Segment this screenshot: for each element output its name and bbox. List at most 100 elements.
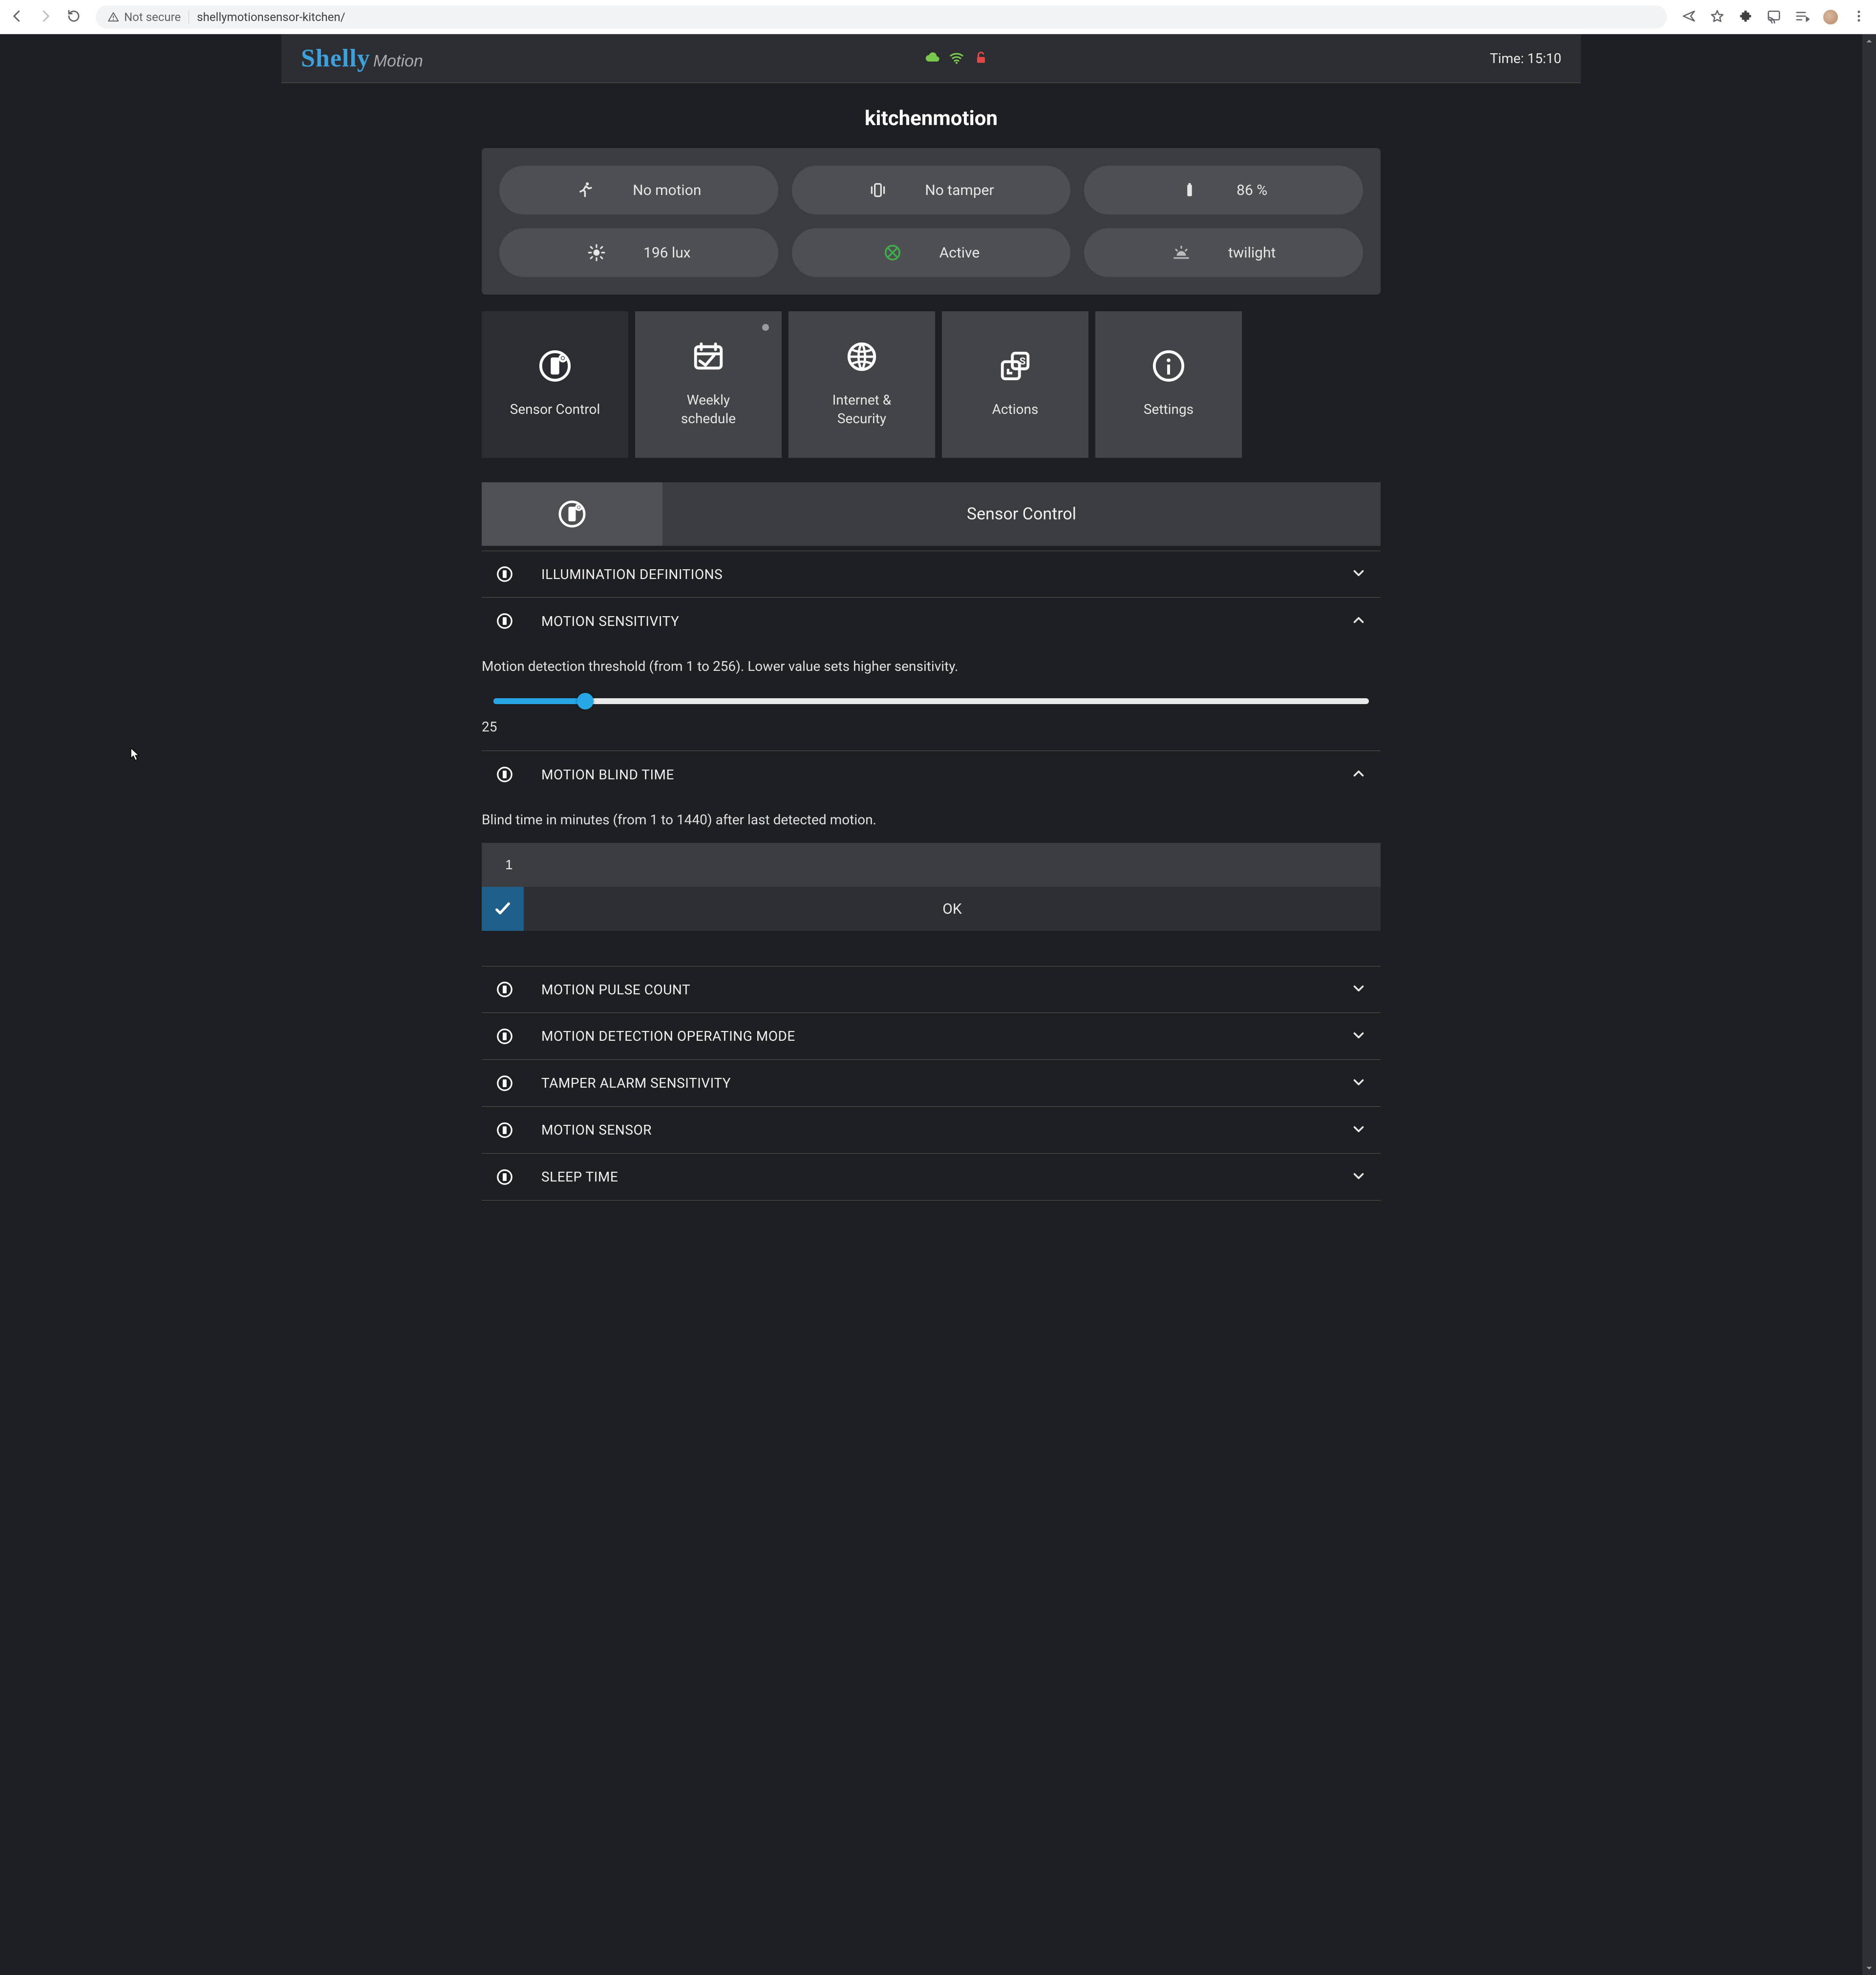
chevron-down-icon [1350, 1074, 1367, 1093]
actions-icon: S [998, 350, 1032, 382]
acc-label: MOTION SENSOR [541, 1122, 1323, 1138]
acc-motion-pulse-count[interactable]: MOTION PULSE COUNT [482, 966, 1381, 1013]
status-lux[interactable]: 196 lux [499, 228, 778, 277]
acc-label: SLEEP TIME [541, 1169, 1323, 1185]
sensor-icon [495, 612, 514, 630]
status-tamper[interactable]: No tamper [792, 166, 1071, 215]
running-icon [576, 181, 596, 199]
scroll-up-button[interactable] [1862, 34, 1876, 48]
status-twilight-label: twilight [1228, 244, 1276, 261]
forward-button[interactable] [38, 9, 53, 25]
tile-label: Weekly schedule [681, 391, 736, 428]
battery-icon [1180, 181, 1199, 199]
sensitivity-value: 25 [482, 719, 1381, 735]
chevron-down-icon [1350, 1027, 1367, 1046]
section-icon [482, 482, 662, 546]
chevron-up-icon [1350, 765, 1367, 784]
acc-motion-blind-time[interactable]: MOTION BLIND TIME [482, 751, 1381, 798]
twilight-icon [1172, 243, 1191, 262]
slider-track[interactable] [493, 698, 1369, 704]
reload-button[interactable] [66, 9, 81, 25]
app-header: Shelly Motion Time: 15:10 [281, 34, 1581, 83]
ok-button[interactable]: OK [482, 887, 1381, 931]
security-label: Not secure [124, 10, 181, 24]
status-tamper-label: No tamper [925, 182, 994, 199]
sensor-icon [495, 765, 514, 784]
status-lux-label: 196 lux [643, 244, 691, 261]
header-time: Time: 15:10 [1490, 50, 1561, 66]
send-icon[interactable] [1682, 9, 1696, 25]
cloud-icon [924, 50, 940, 67]
active-icon [883, 243, 902, 262]
tile-label: Actions [992, 400, 1039, 419]
sensor-icon [495, 565, 514, 583]
device-title: kitchenmotion [482, 83, 1381, 148]
nav-tiles: Sensor Control Weekly schedule Internet … [482, 311, 1381, 458]
blind-desc: Blind time in minutes (from 1 to 1440) a… [482, 810, 1381, 830]
acc-label: TAMPER ALARM SENSITIVITY [541, 1075, 1323, 1091]
status-motion[interactable]: No motion [499, 166, 778, 215]
calendar-icon [691, 341, 725, 372]
sensor-icon [495, 1074, 514, 1093]
sensitivity-slider[interactable] [482, 698, 1381, 704]
status-battery-label: 86 % [1236, 182, 1267, 199]
slider-fill [493, 698, 585, 704]
sensor-icon [495, 1168, 514, 1186]
tile-weekly-schedule[interactable]: Weekly schedule [635, 311, 782, 458]
tile-internet-security[interactable]: Internet & Security [789, 311, 935, 458]
acc-sleep-time[interactable]: SLEEP TIME [482, 1154, 1381, 1201]
tile-label: Settings [1144, 400, 1194, 419]
slider-thumb[interactable] [577, 693, 594, 709]
brightness-icon [587, 243, 606, 262]
chevron-up-icon [1350, 612, 1367, 630]
ok-label: OK [524, 887, 1381, 931]
vibration-icon [868, 181, 888, 199]
chevron-down-icon [1350, 980, 1367, 999]
chevron-down-icon [1350, 1121, 1367, 1139]
status-active-label: Active [939, 244, 980, 261]
back-button[interactable] [10, 9, 24, 25]
acc-motion-sensor[interactable]: MOTION SENSOR [482, 1107, 1381, 1154]
acc-motion-sensitivity[interactable]: MOTION SENSITIVITY [482, 598, 1381, 644]
acc-motion-operating-mode[interactable]: MOTION DETECTION OPERATING MODE [482, 1013, 1381, 1060]
logo-secondary: Motion [373, 52, 423, 71]
status-twilight[interactable]: twilight [1084, 228, 1363, 277]
acc-blind-time-body: Blind time in minutes (from 1 to 1440) a… [482, 798, 1381, 931]
acc-label: MOTION BLIND TIME [541, 767, 1323, 783]
tile-sensor-control[interactable]: Sensor Control [482, 311, 628, 458]
tile-label: Internet & Security [832, 391, 891, 428]
sensor-icon [495, 1027, 514, 1046]
acc-tamper-sensitivity[interactable]: TAMPER ALARM SENSITIVITY [482, 1060, 1381, 1107]
status-panel: No motion No tamper 86 % 196 lux Active [482, 148, 1381, 295]
sensor-control-icon [538, 350, 572, 382]
scrollbar[interactable] [1862, 34, 1876, 1975]
tile-label: Sensor Control [510, 400, 600, 419]
sensitivity-desc: Motion detection threshold (from 1 to 25… [482, 656, 1381, 677]
browser-chrome: Not secure shellymotionsensor-kitchen/ [0, 0, 1876, 34]
tile-actions[interactable]: S Actions [942, 311, 1088, 458]
star-icon[interactable] [1710, 9, 1725, 25]
acc-illumination-definitions[interactable]: ILLUMINATION DEFINITIONS [482, 551, 1381, 598]
chevron-down-icon [1350, 565, 1367, 583]
playlist-icon[interactable] [1795, 9, 1810, 25]
acc-label: MOTION DETECTION OPERATING MODE [541, 1028, 1323, 1044]
status-battery[interactable]: 86 % [1084, 166, 1363, 215]
info-icon [1151, 350, 1186, 382]
acc-label: ILLUMINATION DEFINITIONS [541, 566, 1323, 582]
tile-settings[interactable]: Settings [1095, 311, 1242, 458]
menu-icon[interactable] [1852, 9, 1866, 25]
logo-primary: Shelly [301, 44, 370, 73]
section-title: Sensor Control [662, 482, 1381, 546]
profile-avatar[interactable] [1823, 10, 1838, 24]
sensor-icon [495, 1121, 514, 1139]
globe-icon [845, 341, 879, 372]
acc-label: MOTION SENSITIVITY [541, 613, 1323, 629]
address-bar[interactable]: Not secure shellymotionsensor-kitchen/ [96, 5, 1667, 29]
blind-time-input[interactable] [482, 843, 1381, 887]
extensions-icon[interactable] [1738, 9, 1753, 25]
status-active[interactable]: Active [792, 228, 1071, 277]
acc-motion-sensitivity-body: Motion detection threshold (from 1 to 25… [482, 644, 1381, 751]
acc-label: MOTION PULSE COUNT [541, 982, 1323, 998]
scroll-down-button[interactable] [1862, 1961, 1876, 1975]
cast-icon[interactable] [1767, 9, 1781, 25]
